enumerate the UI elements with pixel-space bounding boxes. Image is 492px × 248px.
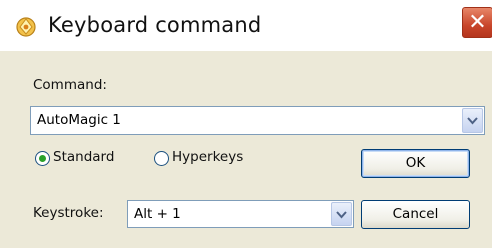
keystroke-value: Alt + 1	[134, 206, 181, 222]
command-value: AutoMagic 1	[37, 112, 121, 128]
radio-hyperkeys[interactable]	[154, 151, 169, 166]
radio-standard-label: Standard	[53, 149, 115, 165]
keystroke-select[interactable]: Alt + 1	[127, 200, 354, 228]
close-button[interactable]: ✕	[461, 6, 492, 39]
cancel-button[interactable]: Cancel	[361, 200, 470, 229]
keystroke-label: Keystroke:	[33, 205, 104, 221]
keyboard-command-dialog: Keyboard command ✕ Command: AutoMagic 1 …	[0, 0, 492, 248]
command-label: Command:	[33, 77, 107, 93]
chevron-down-icon	[336, 211, 347, 219]
cancel-button-label: Cancel	[392, 206, 439, 222]
close-icon: ✕	[468, 10, 487, 35]
keystroke-dropdown-button[interactable]	[331, 202, 352, 226]
command-dropdown-button[interactable]	[462, 108, 483, 133]
command-select[interactable]: AutoMagic 1	[30, 106, 485, 135]
automagic-icon	[14, 14, 38, 38]
radio-hyperkeys-label: Hyperkeys	[172, 149, 244, 165]
radio-standard[interactable]	[35, 151, 50, 166]
window-title: Keyboard command	[48, 13, 262, 37]
ok-button[interactable]: OK	[361, 149, 470, 178]
title-bar[interactable]: Keyboard command ✕	[0, 0, 492, 51]
ok-button-label: OK	[405, 155, 426, 171]
chevron-down-icon	[467, 117, 478, 125]
radio-selected-dot	[39, 155, 46, 162]
